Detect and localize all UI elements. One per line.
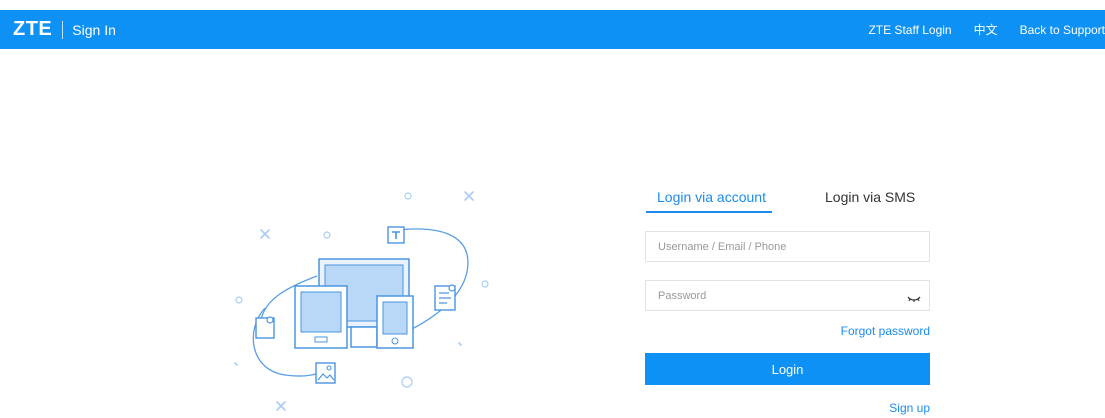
back-to-support-link[interactable]: Back to Support [1020,23,1105,37]
zte-logo[interactable]: ZTE [13,18,52,41]
password-input[interactable] [646,281,929,310]
login-button[interactable]: Login [645,353,930,385]
devices-illustration [225,180,505,413]
login-tabs: Login via account Login via SMS [645,180,930,213]
brand: ZTE Sign In [13,10,116,49]
eye-closed-icon[interactable] [907,291,921,302]
username-input[interactable] [646,232,929,261]
staff-login-link[interactable]: ZTE Staff Login [868,23,951,37]
tab-login-via-sms[interactable]: Login via SMS [825,189,915,205]
forgot-password-link[interactable]: Forgot password [841,324,930,338]
password-field-wrapper [645,280,930,311]
tab-login-via-account[interactable]: Login via account [646,189,772,213]
brand-divider [62,20,64,39]
page-title: Sign In [72,21,116,38]
top-bar: ZTE Sign In ZTE Staff Login 中文 Back to S… [0,10,1105,49]
language-switch-link[interactable]: 中文 [974,21,998,38]
login-panel: Login via account Login via SMS Forgot p… [645,180,930,415]
username-field-wrapper [645,231,930,262]
top-nav: ZTE Staff Login 中文 Back to Support [868,10,1105,49]
